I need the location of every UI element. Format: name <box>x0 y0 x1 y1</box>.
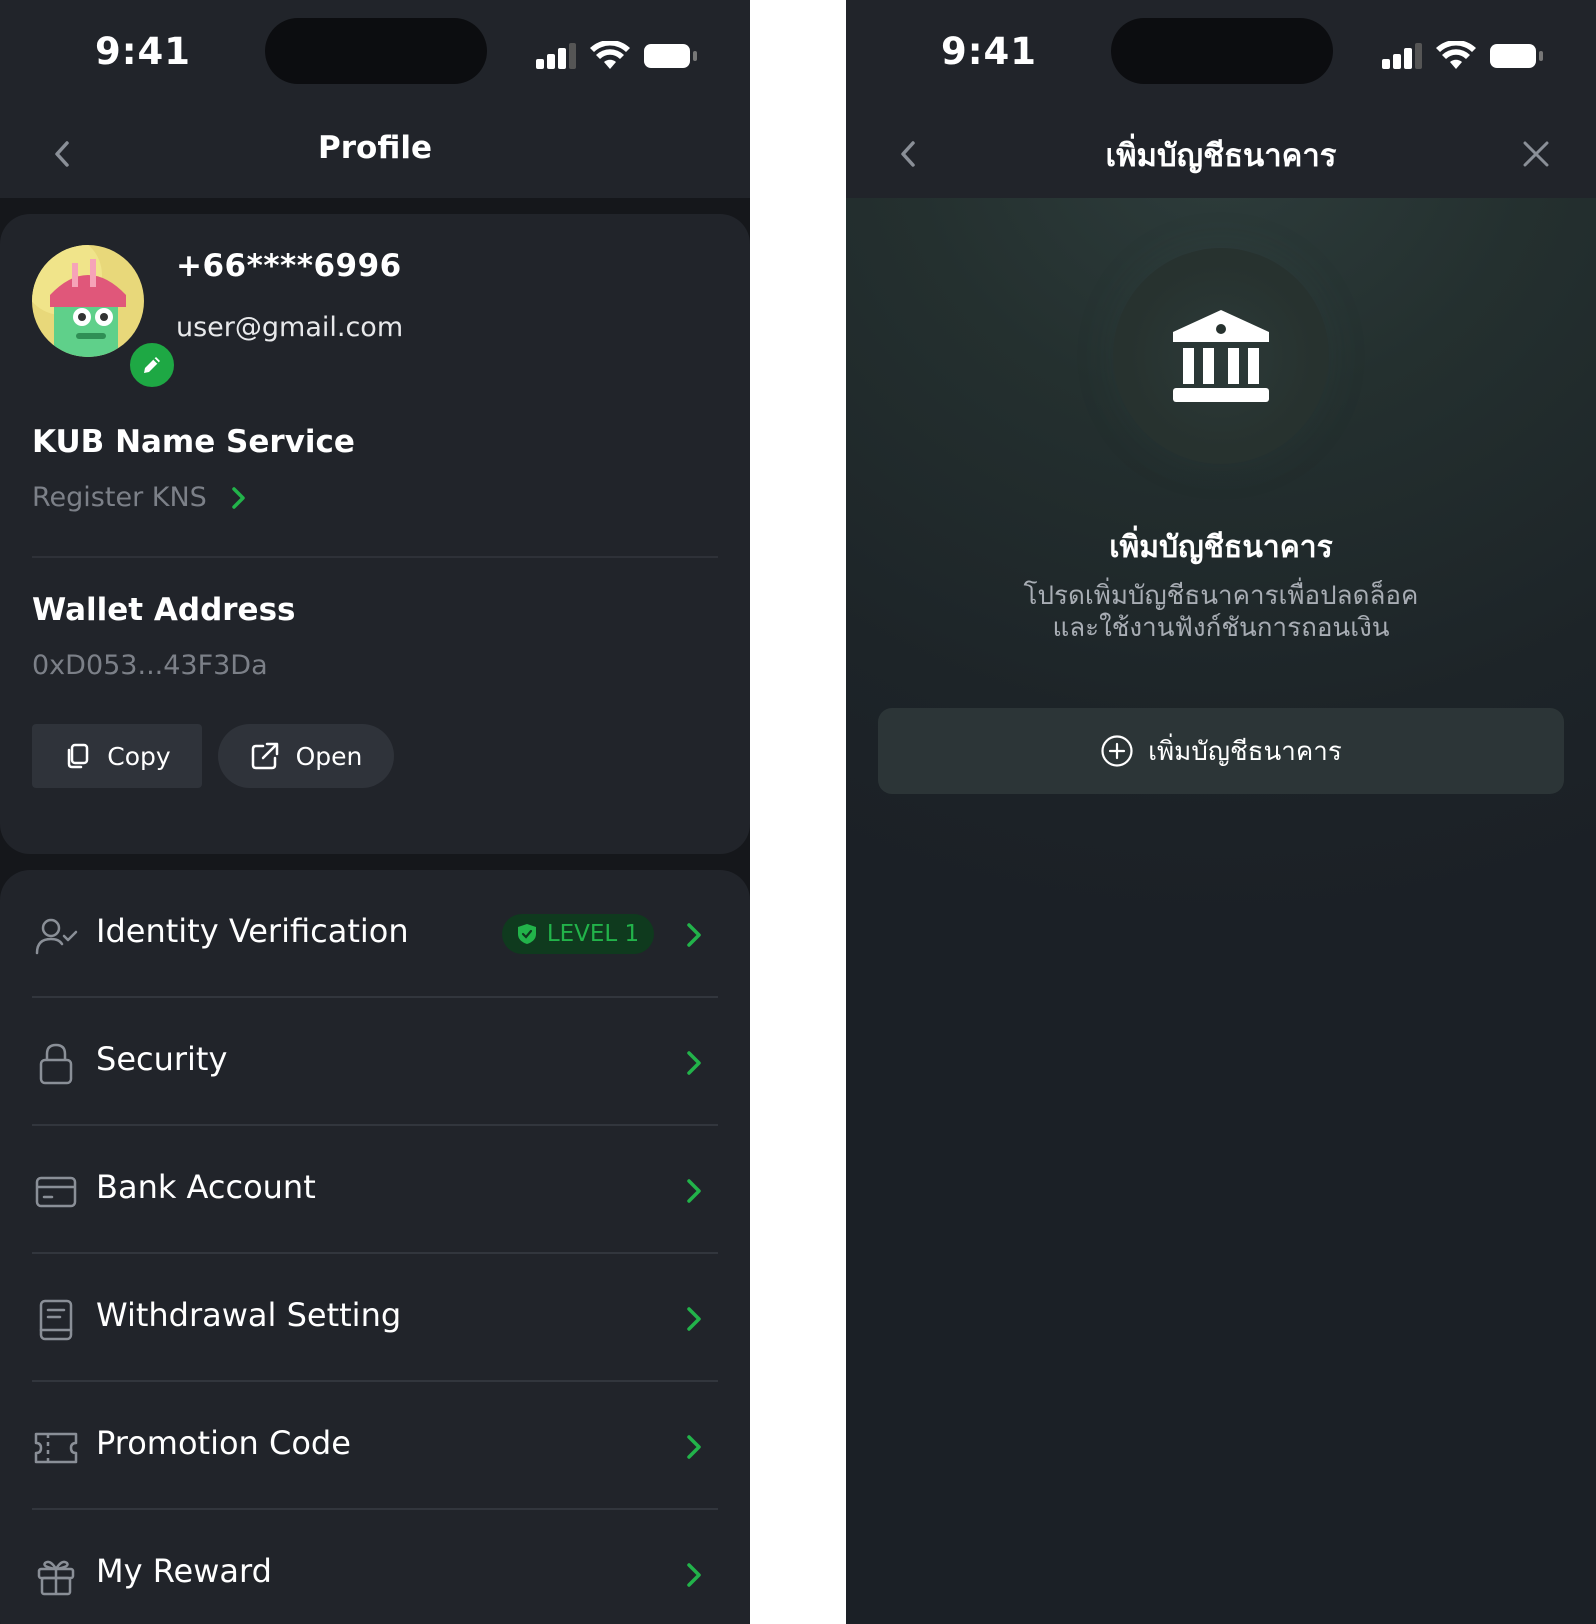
menu-label: Identity Verification <box>96 912 409 950</box>
add-bank-account-label: เพิ่มบัญชีธนาคาร <box>1148 736 1342 767</box>
external-link-icon <box>251 742 278 770</box>
badge-label: LEVEL 1 <box>546 921 640 947</box>
status-time: 9:41 <box>95 30 192 73</box>
avatar-image <box>32 245 144 357</box>
wallet-address: 0xD053...43F3Da <box>32 650 268 681</box>
bank-icon <box>1173 310 1269 402</box>
wallet-title: Wallet Address <box>32 592 296 628</box>
gift-icon <box>34 1554 78 1598</box>
ticket-icon <box>34 1426 78 1470</box>
close-button[interactable] <box>1516 134 1556 174</box>
menu-label: Security <box>96 1040 228 1078</box>
email-address: user@gmail.com <box>176 312 404 343</box>
chevron-right-icon <box>687 1435 701 1459</box>
chevron-right-icon <box>232 486 245 509</box>
book-icon <box>34 1298 78 1342</box>
menu-item-security[interactable]: Security <box>0 998 750 1126</box>
register-kns-link[interactable]: Register KNS <box>32 482 247 513</box>
empty-state-description: โปรดเพิ่มบัญชีธนาคารเพื่อปลดล็อค และใช้ง… <box>946 580 1496 644</box>
phone-number: +66****6996 <box>176 248 402 284</box>
menu-item-identity-verification[interactable]: Identity Verification LEVEL 1 <box>0 870 750 998</box>
copy-label: Copy <box>107 741 171 771</box>
open-button[interactable]: Open <box>218 724 394 788</box>
status-bar: 9:41 <box>0 0 750 110</box>
dynamic-island <box>265 18 487 84</box>
kns-title: KUB Name Service <box>32 424 355 460</box>
chevron-right-icon <box>687 1307 701 1331</box>
menu-label: My Reward <box>96 1552 272 1590</box>
signal-icon <box>1382 43 1422 69</box>
description-line-1: โปรดเพิ่มบัญชีธนาคารเพื่อปลดล็อค <box>1023 581 1419 611</box>
pencil-icon <box>144 357 160 373</box>
card-icon <box>34 1170 78 1214</box>
profile-card: +66****6996 user@gmail.com KUB Name Serv… <box>0 214 750 854</box>
description-line-2: และใช้งานฟังก์ชันการถอนเงิน <box>1052 613 1390 643</box>
chevron-right-icon <box>687 1051 701 1075</box>
menu-item-promotion-code[interactable]: Promotion Code <box>0 1382 750 1510</box>
menu-label: Bank Account <box>96 1168 316 1206</box>
status-icons <box>1382 38 1544 74</box>
close-icon <box>1523 141 1549 167</box>
chevron-right-icon <box>687 1179 701 1203</box>
user-check-icon <box>34 914 78 958</box>
wifi-icon <box>590 41 630 69</box>
open-label: Open <box>295 741 363 771</box>
copy-icon <box>68 743 89 769</box>
copy-button[interactable]: Copy <box>32 724 202 788</box>
register-kns-label: Register KNS <box>32 482 207 513</box>
divider <box>32 556 718 558</box>
chevron-right-icon <box>687 1563 701 1587</box>
chevron-right-icon <box>687 923 701 947</box>
menu-item-bank-account[interactable]: Bank Account <box>0 1126 750 1254</box>
nav-bar: เพิ่มบัญชีธนาคาร <box>846 110 1596 198</box>
page-title: Profile <box>318 130 432 166</box>
battery-icon <box>1490 44 1543 68</box>
nav-bar: Profile <box>0 110 750 198</box>
dynamic-island <box>1111 18 1333 84</box>
status-badge: LEVEL 1 <box>502 914 654 954</box>
bank-illustration <box>1113 248 1329 464</box>
battery-icon <box>644 44 697 68</box>
status-bar: 9:41 <box>846 0 1596 110</box>
menu-item-withdrawal-setting[interactable]: Withdrawal Setting <box>0 1254 750 1382</box>
avatar[interactable] <box>32 245 177 390</box>
menu-label: Promotion Code <box>96 1424 351 1462</box>
menu-item-my-reward[interactable]: My Reward <box>0 1510 750 1624</box>
page-title: เพิ่มบัญชีธนาคาร <box>1105 138 1337 174</box>
status-icons <box>536 38 698 74</box>
add-bank-account-screen: 9:41 เพิ่มบัญชีธนาคาร เพิ่มบัญชีธนาคาร โ… <box>846 0 1596 1624</box>
profile-screen: 9:41 Profile +66****6996 user@gmail.com … <box>0 0 750 1624</box>
shield-check-icon <box>517 924 536 944</box>
plus-circle-icon <box>1101 735 1133 767</box>
signal-icon <box>536 43 576 69</box>
status-time: 9:41 <box>941 30 1038 73</box>
menu-label: Withdrawal Setting <box>96 1296 402 1334</box>
edit-avatar-button[interactable] <box>127 340 177 390</box>
empty-state-title: เพิ่มบัญชีธนาคาร <box>1109 530 1333 565</box>
settings-menu: Identity Verification LEVEL 1 Security B… <box>0 870 750 1624</box>
wifi-icon <box>1436 41 1476 69</box>
add-bank-account-button[interactable]: เพิ่มบัญชีธนาคาร <box>878 708 1564 794</box>
lock-icon <box>34 1042 78 1086</box>
